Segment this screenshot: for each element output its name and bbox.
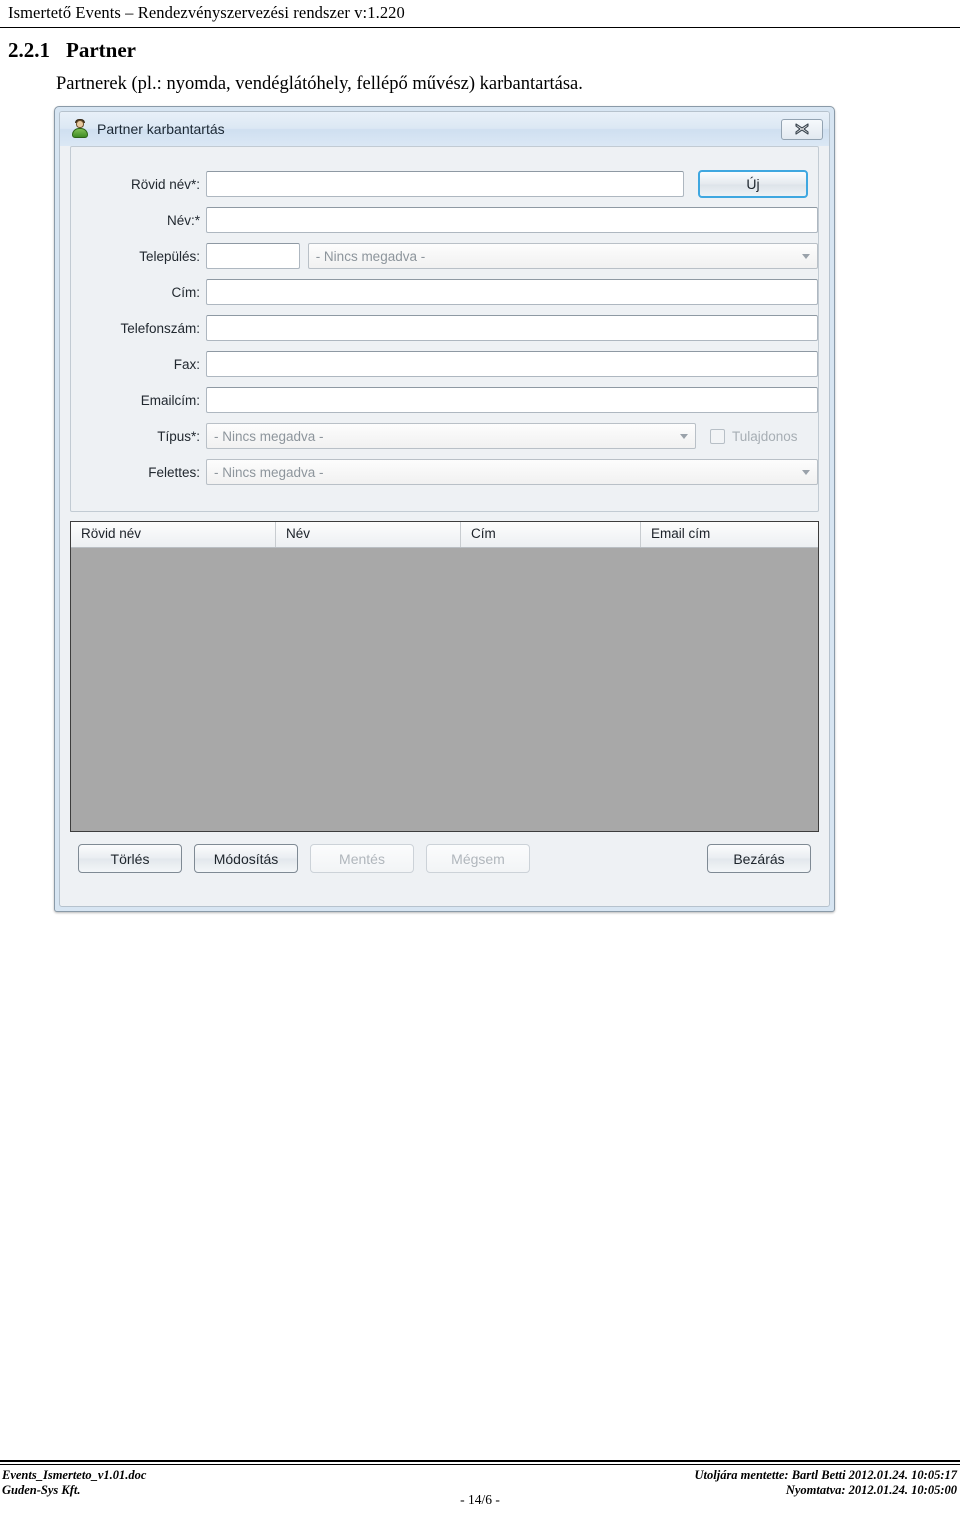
form-row-short-name: Rövid név*: Új <box>71 169 818 199</box>
footer-divider-thin <box>0 1464 960 1465</box>
form-row-name: Név:* <box>71 205 818 235</box>
save-button[interactable]: Mentés <box>310 844 414 873</box>
form-row-parent: Felettes: - Nincs megadva - <box>71 457 818 487</box>
phone-input[interactable] <box>206 315 818 341</box>
window-client-area: Partner karbantartás Rövid név*: Új Név:… <box>59 111 830 907</box>
window-titlebar: Partner karbantartás <box>60 112 829 146</box>
type-select[interactable]: - Nincs megadva - <box>206 423 696 449</box>
city-code-input[interactable] <box>206 243 300 269</box>
owner-checkbox[interactable] <box>710 428 725 444</box>
footer-page-number: - 14/6 - <box>460 1492 500 1507</box>
label-fax: Fax: <box>173 356 200 372</box>
form-row-fax: Fax: <box>71 349 818 379</box>
label-phone: Telefonszám: <box>120 320 200 336</box>
document-header: Ismertető Events – Rendezvényszervezési … <box>0 0 960 27</box>
label-name: Név:* <box>166 212 200 228</box>
chevron-down-icon <box>675 424 693 448</box>
grid-column-address[interactable]: Cím <box>461 522 641 547</box>
city-select[interactable]: - Nincs megadva - <box>307 243 818 269</box>
chevron-down-icon <box>797 460 815 484</box>
partner-grid[interactable]: Rövid név Név Cím Email cím <box>70 521 819 832</box>
cancel-button[interactable]: Mégsem <box>426 844 530 873</box>
new-button[interactable]: Új <box>698 170 808 198</box>
partner-dialog-window: Partner karbantartás Rövid név*: Új Név:… <box>54 106 835 912</box>
grid-body[interactable] <box>71 548 818 831</box>
grid-column-name[interactable]: Név <box>276 522 461 547</box>
form-row-address: Cím: <box>71 277 818 307</box>
parent-select-value: - Nincs megadva - <box>214 464 324 480</box>
chevron-down-icon <box>797 244 815 268</box>
grid-column-email[interactable]: Email cím <box>641 522 818 547</box>
short-name-input[interactable] <box>206 171 684 197</box>
fax-input[interactable] <box>206 351 818 377</box>
header-divider <box>0 27 960 28</box>
page-title: 2.2.1 Partner <box>8 38 136 63</box>
close-icon[interactable] <box>781 118 823 140</box>
parent-select[interactable]: - Nincs megadva - <box>206 459 818 485</box>
label-city: Település: <box>139 248 200 264</box>
label-type: Típus*: <box>157 428 200 444</box>
window-title: Partner karbantartás <box>97 121 225 137</box>
owner-checkbox-label: Tulajdonos <box>732 428 798 444</box>
close-button[interactable]: Bezárás <box>707 844 811 873</box>
modify-button[interactable]: Módosítás <box>194 844 298 873</box>
section-number: 2.2.1 <box>8 38 50 62</box>
document-header-text: Ismertető Events – Rendezvényszervezési … <box>8 3 405 22</box>
email-input[interactable] <box>206 387 818 413</box>
type-select-value: - Nincs megadva - <box>214 428 324 444</box>
address-input[interactable] <box>206 279 818 305</box>
form-row-email: Emailcím: <box>71 385 818 415</box>
partner-form-panel: Rövid név*: Új Név:* Település: - Nincs … <box>70 146 819 512</box>
form-row-city: Település: - Nincs megadva - <box>71 241 818 271</box>
label-short-name: Rövid név*: <box>130 176 200 192</box>
name-input[interactable] <box>206 207 818 233</box>
section-body-text: Partnerek (pl.: nyomda, vendéglátóhely, … <box>56 74 583 94</box>
footer-last-saved: Utoljára mentette: Bartl Betti 2012.01.2… <box>694 1468 958 1482</box>
label-email: Emailcím: <box>140 392 200 408</box>
grid-column-short-name[interactable]: Rövid név <box>71 522 276 547</box>
user-icon <box>70 119 90 139</box>
form-row-type: Típus*: - Nincs megadva - Tulajdonos <box>71 421 818 451</box>
owner-checkbox-group: Tulajdonos <box>710 428 798 444</box>
form-row-phone: Telefonszám: <box>71 313 818 343</box>
dialog-button-bar: Törlés Módosítás Mentés Mégsem Bezárás <box>70 841 819 883</box>
footer-file-name: Events_Ismerteto_v1.01.doc <box>2 1468 147 1482</box>
delete-button[interactable]: Törlés <box>78 844 182 873</box>
city-select-value: - Nincs megadva - <box>315 248 426 264</box>
document-page: Ismertető Events – Rendezvényszervezési … <box>0 0 960 1514</box>
footer-divider-thick <box>0 1460 960 1462</box>
label-address: Cím: <box>171 284 201 300</box>
section-title: Partner <box>66 38 136 62</box>
label-parent: Felettes: <box>148 464 200 480</box>
grid-header-row: Rövid név Név Cím Email cím <box>71 522 818 548</box>
